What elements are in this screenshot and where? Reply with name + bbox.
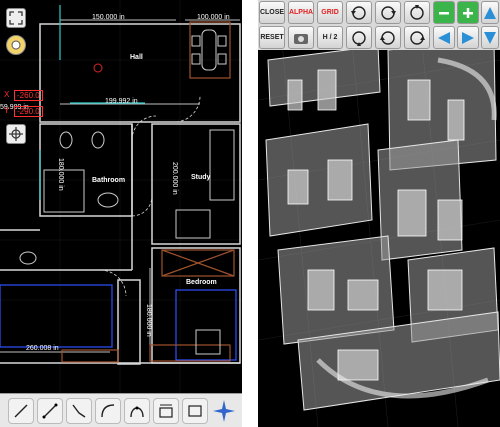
room-label-study: Study <box>191 174 211 181</box>
floor-plan-view[interactable]: 150.000 in 100.000 in 199.992 in 59.989 … <box>0 0 242 427</box>
move-right-button[interactable] <box>457 26 479 49</box>
compass-tool-button[interactable] <box>211 398 237 424</box>
tilt-right-icon <box>410 30 425 45</box>
arrow-left-icon <box>438 31 450 44</box>
curve-tool-button[interactable] <box>124 398 150 424</box>
dim-top-right: 100.000 in <box>197 14 230 21</box>
plus-icon <box>463 7 473 18</box>
wall-tool-button[interactable] <box>153 398 179 424</box>
dim-bath-vertical: 180.000 in <box>57 158 64 191</box>
floor-plan-drawing <box>0 0 242 427</box>
view-controls-panel: CLOSE ALPHA GRID RESET H / 2 <box>258 0 500 50</box>
coord-x-value: -260.0 <box>14 90 43 101</box>
coord-y-value: -290.0 <box>14 106 43 117</box>
arc-tool-button[interactable] <box>95 398 121 424</box>
grid-button[interactable]: GRID <box>317 1 343 24</box>
dim-hall-bottom: 199.992 in <box>105 98 138 105</box>
dim-study-vertical: 200.000 in <box>171 162 178 195</box>
snap-button[interactable] <box>6 124 26 144</box>
room-label-hall: Hall <box>130 54 143 61</box>
arrow-up-icon <box>484 6 496 19</box>
model-3d-rendering <box>258 0 500 427</box>
arrow-down-icon <box>484 31 496 44</box>
room-label-bathroom: Bathroom <box>92 177 126 184</box>
line-tool-button[interactable] <box>37 398 63 424</box>
expand-icon <box>9 11 23 25</box>
dim-top: 150.000 in <box>92 14 125 21</box>
rotate-up-button[interactable] <box>404 1 430 24</box>
coord-x-label: X <box>4 90 10 99</box>
reset-button[interactable]: RESET <box>259 26 285 49</box>
move-up-button[interactable] <box>481 1 499 24</box>
rotate-left-button[interactable] <box>346 1 372 24</box>
wall-tool-icon <box>159 404 173 418</box>
sun-icon <box>11 40 21 50</box>
tilt-left-icon <box>380 30 395 45</box>
polyline-tool-icon <box>72 404 86 418</box>
dim-bottom-left: 260.008 in <box>26 345 59 352</box>
fit-screen-button[interactable] <box>6 8 26 28</box>
zoom-out-button[interactable] <box>433 1 455 24</box>
polyline-tool-button[interactable] <box>66 398 92 424</box>
move-left-button[interactable] <box>433 26 455 49</box>
curve-tool-icon <box>130 406 144 418</box>
move-down-button[interactable] <box>481 26 499 49</box>
alpha-button[interactable]: ALPHA <box>288 1 314 24</box>
arc-tool-icon <box>101 404 115 418</box>
rotate-down-icon <box>352 30 366 46</box>
camera-icon <box>294 33 308 44</box>
dim-bedroom-vertical: 180.000 in <box>145 304 152 337</box>
coord-y-label: Y <box>4 106 10 115</box>
rotate-left-icon <box>351 5 366 20</box>
zoom-in-button[interactable] <box>457 1 479 24</box>
arrow-right-icon <box>462 31 474 44</box>
rotate-up-icon <box>410 4 424 20</box>
select-tool-button[interactable] <box>8 398 34 424</box>
line-tool-icon <box>42 403 58 419</box>
close-button[interactable]: CLOSE <box>259 1 285 24</box>
compass-tool-icon <box>213 400 235 422</box>
crosshair-icon <box>9 127 23 141</box>
tilt-left-button[interactable] <box>375 26 401 49</box>
rotate-right-icon <box>381 5 396 20</box>
tilt-right-button[interactable] <box>404 26 430 49</box>
rotate-right-button[interactable] <box>375 1 401 24</box>
half-button[interactable]: H / 2 <box>317 26 343 49</box>
camera-button[interactable] <box>288 26 314 49</box>
minus-icon <box>439 11 449 14</box>
layers-button[interactable] <box>6 35 26 55</box>
panel-gap <box>242 0 258 427</box>
rectangle-tool-icon <box>188 405 202 417</box>
model-3d-view[interactable]: CLOSE ALPHA GRID RESET H / 2 <box>258 0 500 427</box>
drawing-toolbar <box>0 393 242 427</box>
select-tool-icon <box>14 404 28 418</box>
rotate-down-button[interactable] <box>346 26 372 49</box>
room-label-bedroom: Bedroom <box>186 279 217 286</box>
rectangle-tool-button[interactable] <box>182 398 208 424</box>
